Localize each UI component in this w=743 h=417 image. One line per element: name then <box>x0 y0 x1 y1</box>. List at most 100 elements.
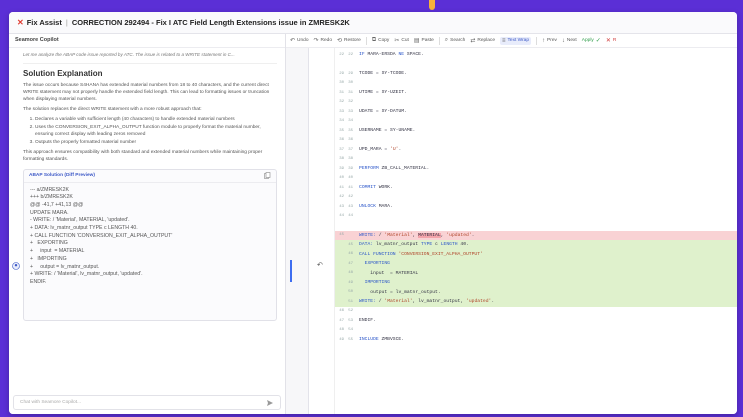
code-line[interactable]: 43 43 UNLOCK MARA. <box>335 202 737 212</box>
code-text: IMPORTING <box>364 280 390 286</box>
editor-panel: ↶ Undo ↷ Redo ⟲ Restore ⧉ Copy ✂ Cut ▤ Paste ⌕… <box>286 34 737 414</box>
copy-button[interactable]: ⧉ Copy <box>372 37 390 44</box>
solution-step: Uses the CONVERSION_EXIT_ALPHA_OUTPUT fu… <box>35 124 277 138</box>
toolbar-divider <box>365 36 367 45</box>
diff-line: + IMPORTING <box>30 255 67 262</box>
reject-button[interactable]: ✕ R <box>606 37 617 44</box>
window-title: CORRECTION 292494 - Fix I ATC Field Leng… <box>71 18 350 27</box>
text-wrap-button[interactable]: ≡ Text Wrap <box>500 36 532 45</box>
cut-button[interactable]: ✂ Cut <box>394 37 409 44</box>
reject-label: R <box>612 38 617 43</box>
code-text: USERNAME = SY-UNAME. <box>359 128 416 134</box>
code-line[interactable]: 44 44 <box>335 212 737 222</box>
original-line-number: 32 <box>339 100 344 105</box>
restore-button[interactable]: ⟲ Restore <box>337 37 361 44</box>
code-line[interactable]: 38 38 <box>335 155 737 165</box>
code-line[interactable]: 30 30 <box>335 79 737 89</box>
code-text: output = lv_matnr_output. <box>370 289 441 295</box>
code-line[interactable]: 32 32 <box>335 98 737 108</box>
paste-button[interactable]: ▤ Paste <box>414 37 434 44</box>
code-text: IF MARA-ERSDA NE SPACE. <box>359 52 424 58</box>
original-line-number: 49 <box>339 337 344 342</box>
up-arrow-icon: ↑ <box>542 37 546 44</box>
added-code-line[interactable]: 51 WRITE: / 'Material', lv_matnr_output, … <box>335 297 737 307</box>
code-line[interactable]: 48 54 <box>335 326 737 336</box>
paste-label: Paste <box>421 38 434 43</box>
modified-line-number: 45 <box>348 242 353 247</box>
diff-line: +++ b/ZMRESK2K <box>30 194 73 201</box>
deleted-code-line[interactable]: 45 WRITE: / 'Material', MATERIAL, 'update… <box>335 230 737 240</box>
original-line-number: 43 <box>339 204 344 209</box>
code-line[interactable]: 40 40 <box>335 174 737 184</box>
diff-preview-title: ABAP Solution (Diff Preview) <box>29 173 96 178</box>
code-line[interactable]: 31 31 UTIME = SY-UZEIT. <box>335 88 737 98</box>
code-line[interactable]: 35 35 USERNAME = SY-UNAME. <box>335 126 737 136</box>
code-line[interactable] <box>335 60 737 70</box>
diff-line: + input = MATERIAL <box>30 248 85 255</box>
paste-icon: ▤ <box>413 38 420 44</box>
modified-line-number: 31 <box>348 90 353 95</box>
top-notch <box>429 0 435 10</box>
change-marker <box>290 260 292 282</box>
code-line[interactable]: 47 53 ENDIF. <box>335 316 737 326</box>
next-button[interactable]: ↓ Next <box>562 38 577 44</box>
modified-line-number: 48 <box>348 271 353 276</box>
apply-button[interactable]: Apply ✓ <box>582 37 601 44</box>
code-line[interactable] <box>335 221 737 231</box>
modified-line-number: 40 <box>348 176 353 181</box>
code-text: ENDIF. <box>359 318 376 324</box>
title-bar: ✕ Fix Assist | CORRECTION 292494 - Fix I… <box>9 12 737 34</box>
modified-line-number: 49 <box>348 280 353 285</box>
code-line[interactable]: 42 42 <box>335 193 737 203</box>
chat-input[interactable]: Chat with Seamore Copilot... <box>13 395 281 410</box>
modified-code-pane[interactable]: 22 22 IF MARA-ERSDA NE SPACE. 29 29 TCODE = S… <box>335 48 737 414</box>
diff-line: + WRITE: / 'Material', lv_matnr_output, … <box>30 271 143 278</box>
code-line[interactable]: 37 37 UPD_MARA = 'U'. <box>335 145 737 155</box>
toolbar-divider <box>536 36 538 45</box>
close-icon: ✕ <box>605 38 611 44</box>
modified-line-number: 46 <box>348 252 353 257</box>
chat-thread: Let me analyze the ABAP code issue repor… <box>9 48 285 392</box>
code-line[interactable]: 49 55 INCLUDE ZMBVSCE. <box>335 335 737 345</box>
added-code-line[interactable]: 46 CALL FUNCTION 'CONVERSION_EXIT_ALPHA_O… <box>335 249 737 259</box>
diff-preview-header: ABAP Solution (Diff Preview) <box>24 170 276 183</box>
solution-step: Declares a variable with sufficient leng… <box>35 116 277 123</box>
added-code-line[interactable]: 45 DATA: lv_matnr_output TYPE c LENGTH 40… <box>335 240 737 250</box>
code-line[interactable]: 34 34 <box>335 117 737 127</box>
copilot-header: Seamore Copilot <box>9 34 285 48</box>
added-code-line[interactable]: 47 EXPORTING <box>335 259 737 269</box>
search-button[interactable]: ⌕ Search <box>445 37 466 44</box>
code-line[interactable]: 46 52 <box>335 307 737 317</box>
code-line[interactable]: 29 29 TCODE = SY-TCODE. <box>335 69 737 79</box>
text-wrap-icon: ≡ <box>502 37 506 44</box>
redo-button[interactable]: ↷ Redo <box>314 37 333 44</box>
check-icon: ✓ <box>595 38 601 44</box>
solution-heading: Solution Explanation <box>23 68 103 78</box>
added-code-line[interactable]: 48 input = MATERIAL <box>335 268 737 278</box>
chat-input-placeholder: Chat with Seamore Copilot... <box>20 400 82 405</box>
undo-button[interactable]: ↶ Undo <box>290 37 309 44</box>
restore-label: Restore <box>344 38 361 43</box>
prev-button[interactable]: ↑ Prev <box>542 38 557 44</box>
code-line[interactable]: 33 33 UDATE = SY-DATUM. <box>335 107 737 117</box>
code-text: WRITE: / 'Material', MATERIAL, 'updated'… <box>359 232 475 238</box>
copy-icon[interactable] <box>264 172 271 179</box>
diff-line: @@ -41,7 +41,13 @@ <box>30 201 84 208</box>
original-line-number: 37 <box>339 147 344 152</box>
replace-button[interactable]: ⇄ Replace <box>470 37 495 44</box>
revert-change-icon[interactable]: ↶ <box>317 261 323 269</box>
app-name: Fix Assist <box>26 18 62 27</box>
send-icon[interactable] <box>266 399 274 407</box>
original-line-number: 36 <box>339 138 344 143</box>
added-code-line[interactable]: 50 output = lv_matnr_output. <box>335 287 737 297</box>
code-line[interactable]: 39 39 PERFORM ZB_CALL_MATERIAL. <box>335 164 737 174</box>
chat-intro-text: Let me analyze the ABAP code issue repor… <box>23 52 277 64</box>
original-line-number: 42 <box>339 195 344 200</box>
code-line[interactable]: 22 22 IF MARA-ERSDA NE SPACE. <box>335 50 737 60</box>
added-code-line[interactable]: 49 IMPORTING <box>335 278 737 288</box>
cut-icon: ✂ <box>394 38 400 44</box>
code-line[interactable]: 36 36 <box>335 136 737 146</box>
code-line[interactable]: 41 41 COMMIT WORK. <box>335 183 737 193</box>
original-line-number: 41 <box>339 185 344 190</box>
code-text: UTIME = SY-UZEIT. <box>359 90 407 96</box>
